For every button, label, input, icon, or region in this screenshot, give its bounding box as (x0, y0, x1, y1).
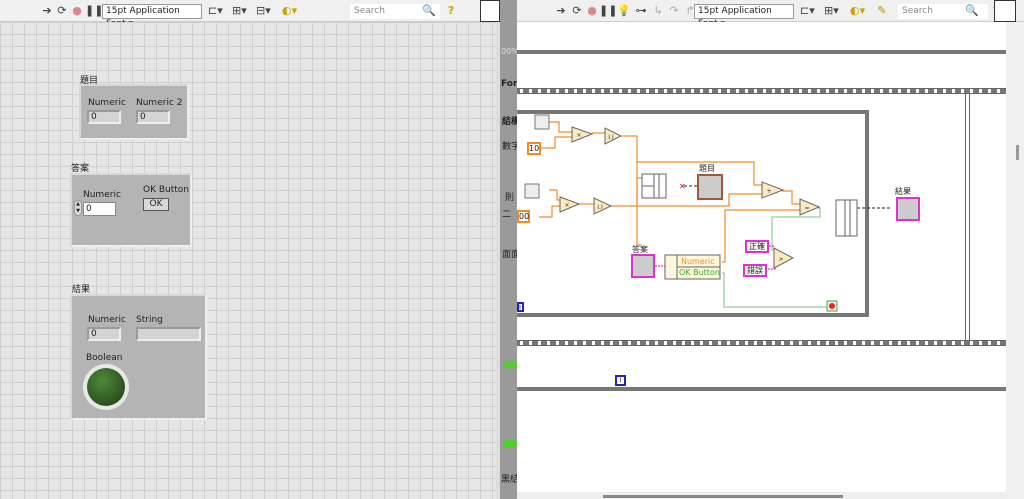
svg-text:+: + (766, 188, 771, 195)
sequence-frame-top (517, 88, 1006, 94)
abort-icon[interactable]: ● (70, 4, 84, 18)
front-panel-canvas (0, 22, 496, 499)
string-constant-wrong[interactable]: 錯誤 (743, 264, 767, 277)
numeric-label: Numeric (88, 98, 126, 108)
svg-text:I.I: I.I (608, 134, 614, 141)
run-continuously-icon[interactable]: ⟳ (570, 4, 584, 18)
numeric2-label: Numeric 2 (136, 98, 183, 108)
svg-text:×: × (564, 202, 569, 209)
resize-icon[interactable]: ⊟▾ (256, 4, 271, 18)
structure-border (517, 387, 1006, 391)
pause-icon[interactable]: ❚❚ (85, 4, 103, 18)
increment-decrement-icon[interactable]: ▲ ▼ (74, 200, 82, 216)
ok-button-label: OK Button (143, 185, 189, 195)
string-constant-correct[interactable]: 正確 (745, 240, 769, 253)
reorder-icon[interactable]: ◐▾ (850, 4, 865, 18)
ok-button[interactable]: OK (143, 198, 169, 211)
step-into-icon[interactable]: ↳ (651, 4, 665, 18)
search-icon[interactable]: 🔍 (422, 4, 436, 18)
distribute-icon[interactable]: ⊞▾ (824, 4, 839, 18)
help-icon[interactable]: ? (444, 4, 458, 18)
constant-10[interactable]: 10 (527, 142, 541, 155)
numeric-control[interactable]: 0 (83, 202, 116, 216)
pause-icon[interactable]: ❚❚ (599, 4, 617, 18)
horizontal-scrollbar[interactable] (517, 492, 1006, 499)
svg-text:>: > (778, 256, 783, 263)
frame-divider (965, 94, 970, 340)
numeric-label: Numeric (83, 190, 121, 200)
align-icon[interactable]: ⊏▾ (800, 4, 815, 18)
scrollbar-thumb[interactable] (1016, 145, 1019, 160)
step-over-icon[interactable]: ↷ (667, 4, 681, 18)
front-panel-toolbar: ➔ ⟳ ● ❚❚ 15pt Application Font ▾ ⊏▾ ⊞▾ ⊟… (0, 0, 500, 29)
green-bar (503, 440, 517, 447)
clean-up-icon[interactable]: ✎ (875, 4, 889, 18)
result-indicator-label: 結果 (895, 187, 911, 196)
string-indicator (136, 327, 201, 341)
boolean-led (83, 364, 129, 410)
side-text: For (501, 79, 518, 89)
unbundle-numeric: Numeric (681, 257, 715, 266)
wires: × I.I × I.I + = > ✕ (524, 114, 920, 312)
svg-text:✕: ✕ (679, 182, 686, 191)
question-indicator-label: 題目 (699, 164, 715, 173)
side-text: 則 (505, 193, 515, 203)
run-continuously-icon[interactable]: ⟳ (55, 4, 69, 18)
abort-icon[interactable]: ● (585, 4, 599, 18)
distribute-icon[interactable]: ⊞▾ (232, 4, 247, 18)
run-icon[interactable]: ➔ (40, 4, 54, 18)
highlight-execution-icon[interactable]: 💡 (617, 4, 631, 18)
numeric-indicator: 0 (87, 327, 121, 341)
svg-text:I.I: I.I (597, 204, 603, 211)
retain-wire-values-icon[interactable]: ⊶ (634, 4, 648, 18)
block-diagram-scrollbar[interactable] (1006, 22, 1024, 499)
reorder-icon[interactable]: ◐▾ (282, 4, 297, 18)
vi-icon (480, 0, 500, 22)
structure-border (517, 50, 1006, 54)
numeric2-indicator: 0 (136, 110, 170, 124)
loop-iteration-terminal: i (615, 375, 626, 386)
side-text: 二 (502, 210, 512, 220)
font-select[interactable]: 15pt Application Font ▾ (694, 4, 794, 29)
search-icon[interactable]: 🔍 (965, 4, 979, 18)
align-icon[interactable]: ⊏▾ (208, 4, 223, 18)
unbundle-ok-button: OK Button (679, 268, 720, 277)
numeric-indicator: 0 (87, 110, 121, 124)
svg-text:=: = (804, 205, 809, 212)
loop-iteration-terminal: i (517, 302, 524, 312)
run-icon[interactable]: ➔ (554, 4, 568, 18)
numeric-label: Numeric (88, 315, 126, 325)
green-bar (503, 361, 517, 368)
constant-100[interactable]: 00 (517, 210, 530, 223)
sequence-frame-bottom (517, 340, 1006, 346)
answer-control-label: 答案 (632, 245, 648, 254)
string-label: String (136, 315, 163, 325)
font-select[interactable]: 15pt Application Font ▾ (102, 4, 202, 29)
boolean-label: Boolean (86, 353, 123, 363)
block-diagram-toolbar: ➔ ⟳ ● ❚❚ 💡 ⊶ ↳ ↷ ↱ 15pt Application Font… (517, 0, 1024, 29)
svg-text:×: × (576, 132, 581, 139)
vi-icon (994, 0, 1016, 22)
